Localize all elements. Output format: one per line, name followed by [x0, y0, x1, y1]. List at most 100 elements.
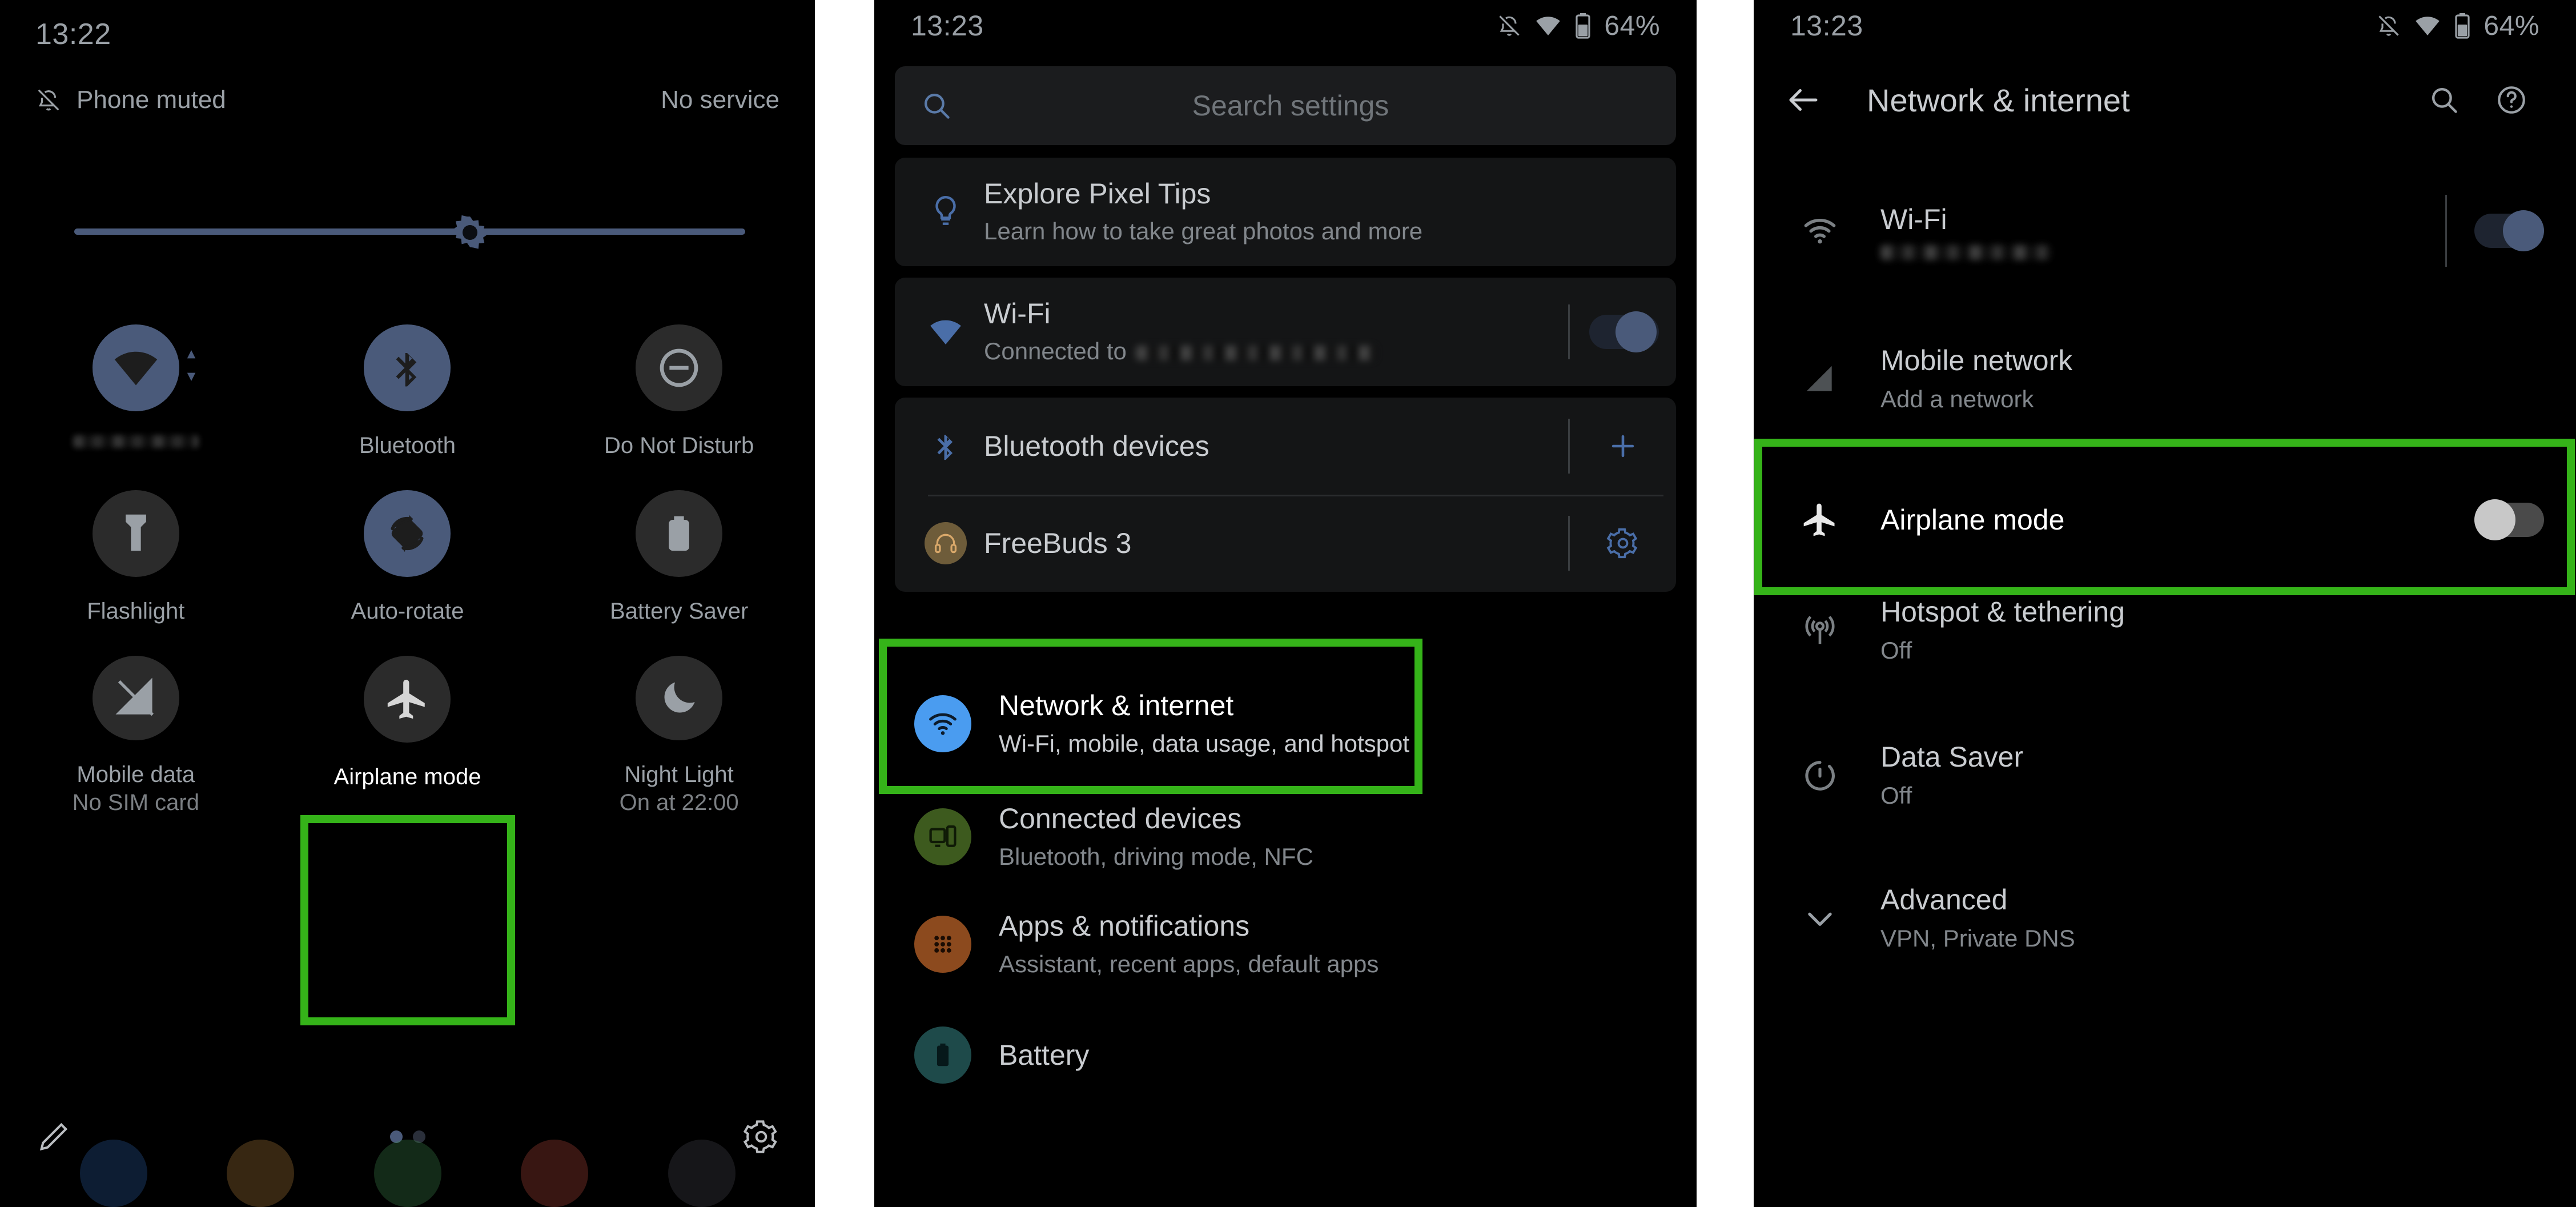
chevron-down-icon — [1786, 901, 1854, 936]
bluetooth-icon — [914, 430, 977, 463]
tile-flashlight[interactable]: Flashlight — [0, 486, 272, 651]
search-icon[interactable] — [2410, 83, 2478, 117]
settings-list-panel: 13:23 64% Search settings Explore Pixel … — [874, 0, 1697, 1207]
gear-icon[interactable] — [1589, 527, 1657, 560]
tile-sublabel: No SIM card — [72, 790, 199, 816]
camera-app-icon — [668, 1140, 736, 1207]
divider — [1568, 419, 1570, 474]
airplane-icon — [1786, 500, 1854, 539]
tile-label-redacted — [73, 435, 199, 448]
device-name: FreeBuds 3 — [984, 527, 1132, 559]
wifi-icon — [1786, 212, 1854, 249]
row-subtitle: VPN, Private DNS — [1880, 925, 2075, 952]
tile-label: Bluetooth — [359, 433, 456, 458]
item-title: Battery — [999, 1039, 1090, 1071]
flashlight-icon — [92, 490, 179, 577]
item-subtitle: Bluetooth, driving mode, NFC — [999, 843, 1313, 870]
brightness-knob[interactable] — [451, 213, 489, 252]
settings-item-connected-devices[interactable]: Connected devices Bluetooth, driving mod… — [895, 792, 1676, 882]
highlight-box-airplane-tile — [300, 815, 515, 1025]
wifi-expand-caret-icon[interactable] — [186, 350, 196, 382]
tile-wifi[interactable] — [0, 320, 272, 486]
tile-auto-rotate[interactable]: Auto-rotate — [272, 486, 544, 651]
network-row-wifi[interactable]: Wi-Fi — [1754, 183, 2576, 279]
bluetooth-devices-row[interactable]: Bluetooth devices — [895, 398, 1676, 495]
toggle-knob — [2503, 210, 2544, 251]
airplane-mode-toggle[interactable] — [2474, 499, 2544, 540]
tile-night-light[interactable]: Night Light On at 22:00 — [543, 651, 815, 817]
item-title: Network & internet — [999, 689, 1234, 721]
row-subtitle: Add a network — [1880, 386, 2034, 413]
quick-settings-tiles: Bluetooth Do Not Disturb Flashlight Auto… — [0, 320, 815, 817]
tile-label: Battery Saver — [609, 599, 749, 624]
row-title: Airplane mode — [1880, 503, 2065, 536]
network-row-mobile-network[interactable]: Mobile network Add a network — [1754, 331, 2576, 427]
tile-label: Night Light — [624, 762, 734, 788]
devices-icon — [914, 808, 971, 865]
toggle-knob — [1615, 311, 1657, 352]
status-bar: 13:23 64% — [1754, 0, 2576, 51]
network-row-advanced[interactable]: Advanced VPN, Private DNS — [1754, 871, 2576, 967]
settings-item-apps-notifications[interactable]: Apps & notifications Assistant, recent a… — [895, 899, 1676, 989]
service-status-label: No service — [661, 86, 779, 114]
tile-label: Mobile data — [77, 762, 195, 788]
quick-settings-status-row: Phone muted No service — [35, 86, 779, 114]
tile-mobile-data[interactable]: Mobile data No SIM card — [0, 651, 272, 817]
card-subtitle: Connected to — [984, 338, 1127, 365]
auto-rotate-icon — [364, 490, 451, 577]
brightness-slider[interactable] — [74, 215, 745, 249]
back-arrow-icon[interactable] — [1785, 81, 1837, 119]
tile-sublabel: On at 22:00 — [619, 790, 739, 816]
row-subtitle: Off — [1880, 782, 1912, 809]
ssid-redacted — [1880, 244, 2052, 260]
bluetooth-card: Bluetooth devices FreeBuds 3 — [895, 398, 1676, 592]
wifi-toggle[interactable] — [1589, 311, 1659, 352]
status-bar: 13:23 64% — [874, 0, 1697, 51]
explore-pixel-tips-card[interactable]: Explore Pixel Tips Learn how to take gre… — [895, 158, 1676, 266]
item-title: Connected devices — [999, 802, 1242, 835]
airplane-icon — [364, 656, 451, 743]
card-subtitle: Learn how to take great photos and more — [984, 218, 1423, 245]
freebuds-row[interactable]: FreeBuds 3 — [895, 495, 1676, 592]
tile-battery-saver[interactable]: Battery Saver — [543, 486, 815, 651]
status-clock: 13:23 — [911, 10, 984, 42]
chrome-app-icon — [521, 1140, 588, 1207]
search-input[interactable]: Search settings — [895, 66, 1676, 145]
row-title: Advanced — [1880, 884, 2008, 916]
plus-icon[interactable] — [1589, 430, 1657, 463]
bluetooth-icon — [364, 324, 451, 411]
wifi-card[interactable]: Wi-Fi Connected to — [895, 278, 1676, 386]
tile-bluetooth[interactable]: Bluetooth — [272, 320, 544, 486]
settings-item-battery[interactable]: Battery — [895, 1010, 1676, 1100]
network-internet-panel: 13:23 64% Network & internet Wi-Fi Mobil… — [1754, 0, 2576, 1207]
card-title: Wi-Fi — [984, 298, 1051, 330]
card-title: Explore Pixel Tips — [984, 178, 1211, 210]
play-store-app-icon — [373, 1140, 441, 1207]
wifi-toggle[interactable] — [2474, 210, 2544, 251]
tile-airplane-mode[interactable]: Airplane mode — [272, 651, 544, 817]
ssid-redacted — [1135, 345, 1376, 360]
toggle-knob — [2474, 499, 2515, 540]
network-row-data-saver[interactable]: Data Saver Off — [1754, 728, 2576, 824]
network-row-airplane-mode[interactable]: Airplane mode — [1754, 480, 2576, 560]
do-not-disturb-icon — [636, 324, 723, 411]
help-circle-icon[interactable] — [2478, 83, 2545, 117]
home-screen-dock — [0, 1121, 815, 1207]
photos-app-icon — [227, 1140, 294, 1207]
lightbulb-icon — [914, 194, 977, 230]
phone-app-icon — [79, 1140, 147, 1207]
settings-item-network-internet[interactable]: Network & internet Wi-Fi, mobile, data u… — [895, 679, 1676, 769]
network-row-hotspot-tethering[interactable]: Hotspot & tethering Off — [1754, 583, 2576, 679]
divider — [2445, 195, 2447, 267]
screenshot-stage: 13:22 Phone muted No service Bluetooth D… — [0, 0, 2576, 1207]
ringer-status-label: Phone muted — [77, 86, 226, 114]
tile-do-not-disturb[interactable]: Do Not Disturb — [543, 320, 815, 486]
status-clock: 13:23 — [1790, 10, 1863, 42]
tile-label: Do Not Disturb — [604, 433, 754, 458]
battery-icon — [914, 1026, 971, 1084]
wifi-icon — [1534, 12, 1562, 39]
card-title: Bluetooth devices — [984, 430, 1209, 462]
wifi-icon — [2414, 12, 2441, 39]
data-saver-icon — [1786, 758, 1854, 793]
battery-saver-icon — [636, 490, 723, 577]
